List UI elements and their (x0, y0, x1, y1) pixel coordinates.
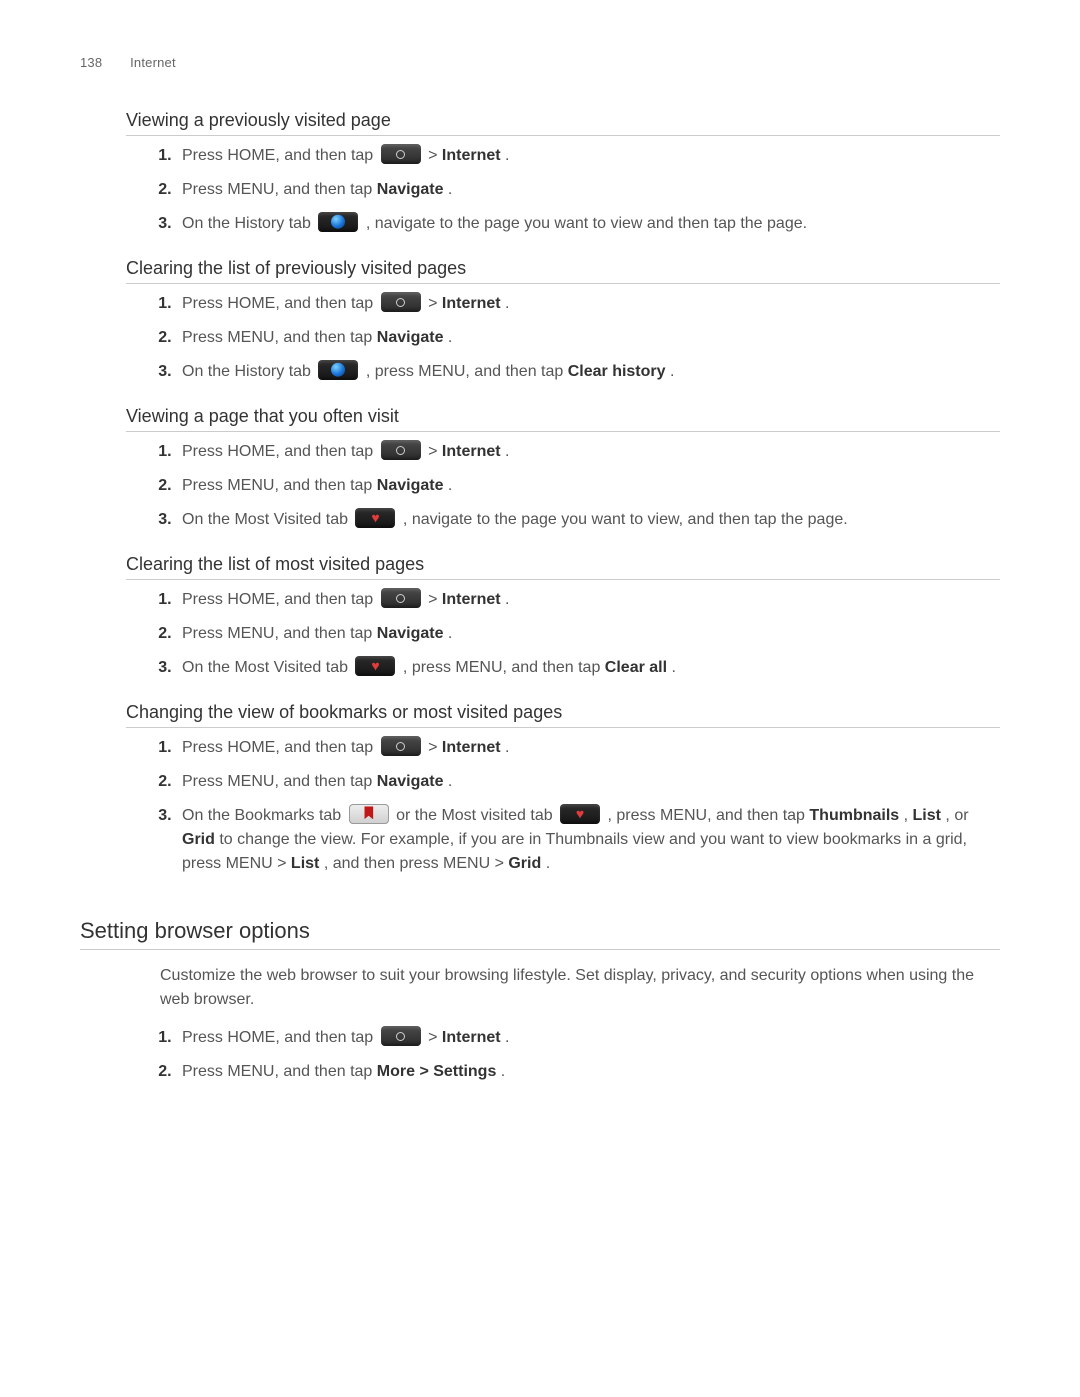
step-item: Press MENU, and then tap More > Settings… (176, 1060, 1000, 1084)
apps-launcher-icon (381, 440, 421, 460)
chapter-title: Internet (130, 55, 176, 70)
step-item: Press HOME, and then tap > Internet . (176, 144, 1000, 168)
apps-launcher-icon (381, 292, 421, 312)
most-visited-tab-icon (560, 804, 600, 824)
section-heading: Clearing the list of previously visited … (126, 258, 1000, 284)
steps-list: Press HOME, and then tap > Internet . Pr… (150, 292, 1000, 384)
step-item: Press MENU, and then tap Navigate . (176, 474, 1000, 498)
step-item: On the History tab , navigate to the pag… (176, 212, 1000, 236)
steps-list: Press HOME, and then tap > Internet . Pr… (150, 1026, 1000, 1084)
steps-list: Press HOME, and then tap > Internet . Pr… (150, 736, 1000, 876)
step-item: Press MENU, and then tap Navigate . (176, 178, 1000, 202)
step-item: Press HOME, and then tap > Internet . (176, 736, 1000, 760)
history-tab-icon (318, 360, 358, 380)
bookmarks-tab-icon (349, 804, 389, 824)
step-item: On the History tab , press MENU, and the… (176, 360, 1000, 384)
steps-list: Press HOME, and then tap > Internet . Pr… (150, 588, 1000, 680)
section-heading: Changing the view of bookmarks or most v… (126, 702, 1000, 728)
step-item: On the Bookmarks tab or the Most visited… (176, 804, 1000, 876)
apps-launcher-icon (381, 736, 421, 756)
history-tab-icon (318, 212, 358, 232)
apps-launcher-icon (381, 144, 421, 164)
section-heading: Viewing a previously visited page (126, 110, 1000, 136)
step-item: Press HOME, and then tap > Internet . (176, 1026, 1000, 1050)
section-heading: Clearing the list of most visited pages (126, 554, 1000, 580)
running-header: 138 Internet (80, 55, 1000, 70)
intro-paragraph: Customize the web browser to suit your b… (160, 964, 1000, 1012)
manual-page: 138 Internet Viewing a previously visite… (0, 0, 1080, 1397)
step-item: Press MENU, and then tap Navigate . (176, 622, 1000, 646)
step-item: Press HOME, and then tap > Internet . (176, 440, 1000, 464)
step-item: On the Most Visited tab , navigate to th… (176, 508, 1000, 532)
apps-launcher-icon (381, 588, 421, 608)
main-heading: Setting browser options (80, 918, 1000, 950)
step-item: Press HOME, and then tap > Internet . (176, 292, 1000, 316)
most-visited-tab-icon (355, 656, 395, 676)
step-item: Press HOME, and then tap > Internet . (176, 588, 1000, 612)
section-heading: Viewing a page that you often visit (126, 406, 1000, 432)
steps-list: Press HOME, and then tap > Internet . Pr… (150, 144, 1000, 236)
steps-list: Press HOME, and then tap > Internet . Pr… (150, 440, 1000, 532)
step-item: On the Most Visited tab , press MENU, an… (176, 656, 1000, 680)
step-item: Press MENU, and then tap Navigate . (176, 770, 1000, 794)
apps-launcher-icon (381, 1026, 421, 1046)
step-item: Press MENU, and then tap Navigate . (176, 326, 1000, 350)
page-number: 138 (80, 55, 102, 70)
most-visited-tab-icon (355, 508, 395, 528)
